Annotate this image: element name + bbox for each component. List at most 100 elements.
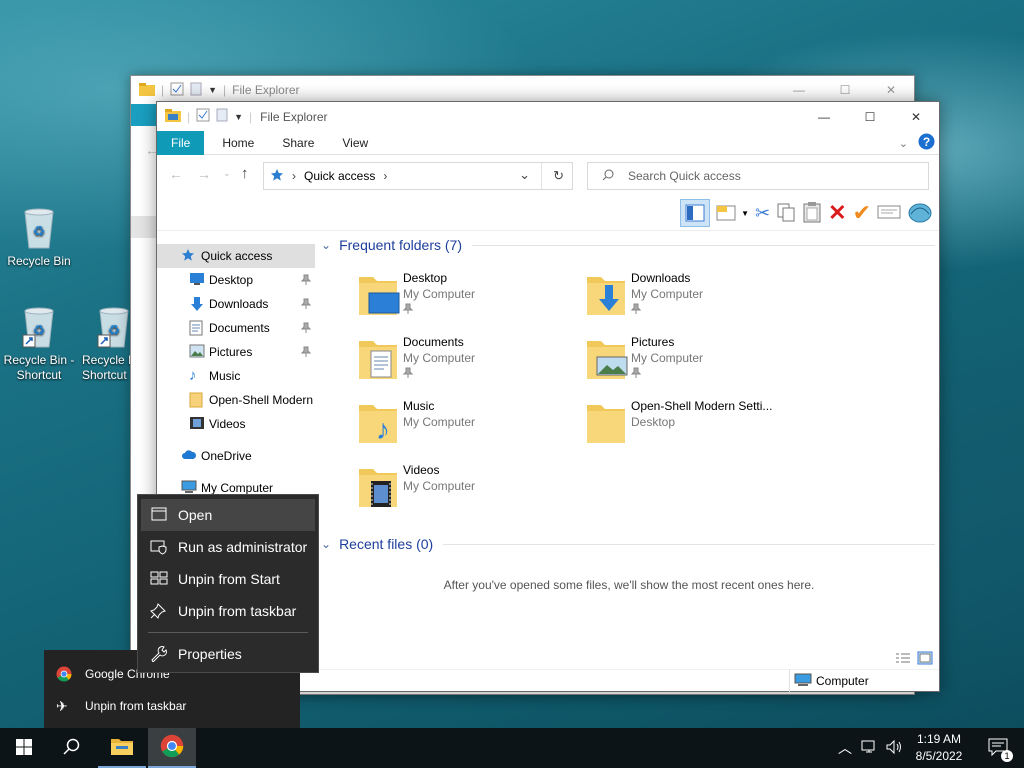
chevron-up-icon[interactable]: ︿ bbox=[838, 738, 852, 758]
pin-icon bbox=[630, 367, 642, 382]
folder-tile-open-shell-modern-settings[interactable]: Open-Shell Modern Setti... Desktop bbox=[585, 399, 810, 457]
menu-item-label: Run as administrator bbox=[178, 539, 308, 555]
quick-access-toolbar: | ▼ | bbox=[157, 108, 252, 125]
recent-locations-icon[interactable]: ⌄ bbox=[223, 168, 231, 179]
desktop-icon-recycle-bin[interactable]: ♻ Recycle Bin bbox=[1, 206, 77, 269]
minimize-button[interactable]: — bbox=[776, 76, 822, 104]
new-folder-icon[interactable] bbox=[190, 82, 202, 99]
rename-check-icon[interactable]: ✔ bbox=[853, 202, 871, 224]
large-icons-view-icon[interactable] bbox=[917, 651, 933, 668]
sidebar-item-label: OneDrive bbox=[201, 449, 252, 463]
maximize-button[interactable]: ☐ bbox=[847, 102, 893, 131]
delete-icon[interactable]: ✕ bbox=[828, 202, 846, 224]
folder-icon bbox=[189, 392, 205, 408]
clock-date: 8/5/2022 bbox=[915, 749, 963, 763]
maximize-button[interactable]: ☐ bbox=[822, 76, 868, 104]
close-button[interactable]: ✕ bbox=[868, 76, 914, 104]
layout-button[interactable]: ▼ bbox=[716, 203, 749, 223]
properties-icon[interactable] bbox=[170, 82, 184, 99]
frequent-folders-header[interactable]: ⌄ Frequent folders (7) bbox=[321, 237, 935, 253]
search-box[interactable]: Search Quick access bbox=[587, 162, 929, 190]
taskbar-google-chrome[interactable] bbox=[148, 728, 196, 768]
properties-panel-icon[interactable] bbox=[877, 204, 901, 223]
shell-settings-icon[interactable] bbox=[907, 200, 933, 227]
menu-item-label: Unpin from Start bbox=[178, 571, 280, 587]
forward-arrow-icon[interactable]: → bbox=[197, 166, 211, 182]
chevron-down-icon[interactable]: ▼ bbox=[208, 85, 217, 95]
pin-icon bbox=[630, 303, 642, 318]
menu-separator bbox=[148, 632, 308, 633]
sidebar-item-quick-access[interactable]: Quick access bbox=[157, 244, 315, 268]
menu-item-properties[interactable]: Properties bbox=[138, 638, 318, 670]
sidebar-item-onedrive[interactable]: OneDrive bbox=[157, 444, 315, 468]
copy-icon[interactable] bbox=[776, 202, 796, 225]
sidebar-item-pictures[interactable]: Pictures bbox=[157, 340, 315, 364]
search-button[interactable] bbox=[48, 728, 96, 768]
title-bar[interactable]: | ▼ | File Explorer — ☐ ✕ bbox=[157, 102, 939, 131]
expand-ribbon-icon[interactable]: ⌄ bbox=[899, 137, 908, 150]
volume-icon[interactable] bbox=[886, 739, 904, 758]
desktop-icon-recycle-bin-shortcut-2[interactable]: ♻ Recycle Bin - Shortcut bbox=[78, 305, 134, 383]
taskbar-file-explorer[interactable] bbox=[98, 728, 146, 768]
properties-icon[interactable] bbox=[196, 108, 210, 125]
folder-tile-documents[interactable]: Documents My Computer bbox=[357, 335, 582, 393]
sidebar-item-desktop[interactable]: Desktop bbox=[157, 268, 315, 292]
menu-item-run-as-administrator[interactable]: Run as administrator bbox=[138, 531, 318, 563]
address-bar[interactable]: › Quick access › ⌄ ↻ bbox=[263, 162, 573, 190]
folder-tile-videos[interactable]: Videos My Computer bbox=[357, 463, 582, 521]
pin-icon bbox=[300, 274, 312, 289]
folder-tile-music[interactable]: ♪ Music My Computer bbox=[357, 399, 582, 457]
chevron-down-icon[interactable]: ▼ bbox=[234, 112, 243, 122]
details-view-icon[interactable] bbox=[895, 652, 911, 667]
sidebar-item-open-shell-modern[interactable]: Open-Shell Modern bbox=[157, 388, 315, 412]
network-icon[interactable] bbox=[860, 739, 878, 758]
help-icon[interactable]: ? bbox=[918, 133, 935, 153]
tab-file[interactable]: File bbox=[157, 130, 205, 155]
jump-list-item-unpin-from-taskbar[interactable]: ✈ Unpin from taskbar bbox=[44, 690, 300, 722]
menu-item-open[interactable]: Open bbox=[141, 499, 315, 531]
refresh-icon[interactable]: ↻ bbox=[553, 168, 564, 184]
up-arrow-icon[interactable]: ↑ bbox=[241, 165, 249, 182]
back-arrow-icon[interactable]: ← bbox=[169, 166, 183, 182]
sidebar-item-videos[interactable]: Videos bbox=[157, 412, 315, 436]
document-icon bbox=[189, 320, 205, 336]
file-tab[interactable] bbox=[131, 104, 157, 126]
breadcrumb-chevron-icon[interactable]: › bbox=[383, 169, 387, 183]
recent-files-header[interactable]: ⌄ Recent files (0) bbox=[321, 536, 935, 552]
start-button[interactable] bbox=[0, 728, 48, 768]
taskbar: ︿ 1:19 AM 8/5/2022 1 bbox=[0, 728, 1024, 768]
sidebar-item-label: Music bbox=[209, 369, 241, 383]
folder-tile-desktop[interactable]: Desktop My Computer bbox=[357, 271, 582, 329]
download-icon bbox=[189, 296, 205, 312]
title-bar[interactable]: | ▼ | File Explorer — ☐ ✕ bbox=[131, 76, 914, 104]
action-center-button[interactable]: 1 bbox=[980, 728, 1016, 768]
menu-item-unpin-from-start[interactable]: Unpin from Start bbox=[138, 563, 318, 595]
tab-view[interactable]: View bbox=[328, 131, 382, 155]
menu-item-label: Unpin from taskbar bbox=[178, 603, 297, 619]
unpin-icon bbox=[150, 603, 168, 619]
clock[interactable]: 1:19 AM 8/5/2022 bbox=[904, 731, 974, 765]
folder-tile-pictures[interactable]: Pictures My Computer bbox=[585, 335, 810, 393]
menu-item-unpin-from-taskbar[interactable]: Unpin from taskbar bbox=[138, 595, 318, 627]
recycle-bin-icon: ♻ bbox=[19, 206, 59, 250]
sidebar-item-documents[interactable]: Documents bbox=[157, 316, 315, 340]
address-dropdown-icon[interactable]: ⌄ bbox=[519, 167, 530, 183]
close-button[interactable]: ✕ bbox=[893, 102, 939, 131]
paste-icon[interactable] bbox=[802, 201, 822, 226]
cut-icon[interactable]: ✂ bbox=[755, 203, 770, 224]
chevron-down-icon: ▼ bbox=[741, 208, 750, 218]
desktop-icon-recycle-bin-shortcut[interactable]: ♻ Recycle Bin - Shortcut bbox=[1, 305, 77, 383]
minimize-button[interactable]: — bbox=[801, 102, 847, 131]
desktop-folder-icon bbox=[357, 271, 401, 319]
tab-home[interactable]: Home bbox=[208, 131, 268, 155]
new-folder-icon[interactable] bbox=[216, 108, 228, 125]
search-icon bbox=[602, 169, 614, 184]
sidebar-item-downloads[interactable]: Downloads bbox=[157, 292, 315, 316]
tab-share[interactable]: Share bbox=[268, 131, 328, 155]
folder-tile-downloads[interactable]: Downloads My Computer bbox=[585, 271, 810, 329]
folder-location: Desktop bbox=[631, 415, 676, 429]
folder-location: My Computer bbox=[403, 287, 476, 301]
navigation-pane-button[interactable] bbox=[680, 199, 711, 227]
sidebar-item-music[interactable]: ♪ Music bbox=[157, 364, 315, 388]
breadcrumb-quick-access[interactable]: Quick access bbox=[304, 169, 375, 183]
